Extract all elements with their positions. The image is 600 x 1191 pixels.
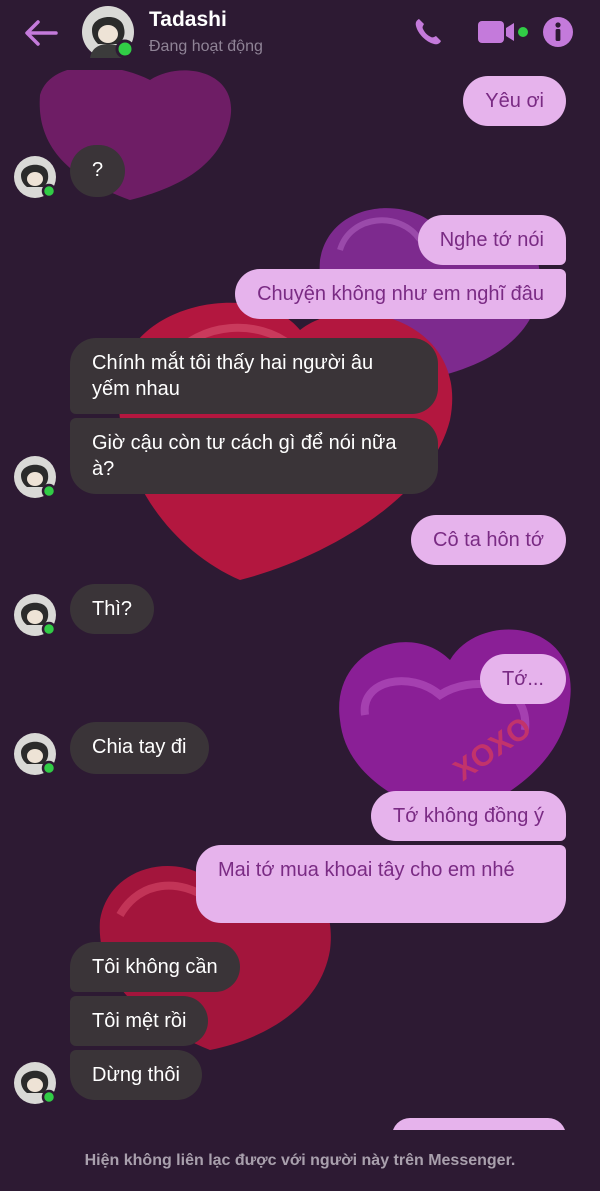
contact-name: Tadashi: [149, 8, 227, 31]
video-camera-icon[interactable]: [476, 18, 532, 46]
unavailable-notice: Hiện không liên lạc được với người này t…: [0, 1130, 600, 1191]
info-icon[interactable]: [542, 16, 574, 48]
message-bubble-incoming[interactable]: Giờ cậu còn tư cách gì để nói nữa à?: [70, 418, 438, 494]
back-arrow-icon[interactable]: [22, 18, 58, 48]
phone-icon[interactable]: [412, 16, 444, 48]
sender-avatar[interactable]: [14, 456, 56, 498]
message-bubble-outgoing[interactable]: Tớ không đồng ý: [371, 791, 566, 841]
message-bubble-outgoing[interactable]: Chuyện không như em nghĩ đâu: [235, 269, 566, 319]
message-bubble-incoming[interactable]: ?: [70, 145, 126, 197]
message-bubble-outgoing[interactable]: Cô ta hôn tớ: [411, 515, 566, 565]
sender-avatar[interactable]: [14, 594, 56, 636]
message-bubble-incoming[interactable]: Thì?: [70, 584, 155, 634]
message-bubble-outgoing[interactable]: Nghe tớ nói: [417, 215, 566, 265]
sender-avatar[interactable]: [14, 156, 56, 198]
message-bubble-outgoing[interactable]: Mai tớ mua khoai tây cho em nhé: [196, 845, 566, 923]
message-bubble-incoming[interactable]: Tôi mệt rồi: [70, 996, 209, 1046]
online-indicator: [115, 39, 134, 58]
sender-avatar[interactable]: [14, 733, 56, 775]
message-bubble-incoming[interactable]: Dừng thôi: [70, 1050, 202, 1100]
heart-top-left: [39, 66, 232, 200]
message-bubble-outgoing[interactable]: Yêu ơi: [463, 76, 566, 126]
message-bubble-incoming[interactable]: Tôi không cần: [70, 942, 240, 992]
sender-avatar[interactable]: [14, 1062, 56, 1104]
contact-avatar[interactable]: [82, 6, 134, 58]
message-bubble-incoming[interactable]: Chính mắt tôi thấy hai người âu yếm nhau: [70, 338, 438, 414]
message-bubble-incoming[interactable]: Chia tay đi: [70, 722, 209, 774]
chat-header: Tadashi Đang hoạt động: [0, 0, 600, 70]
video-active-dot: [518, 27, 528, 37]
message-bubble-outgoing[interactable]: Tớ...: [479, 654, 566, 704]
contact-status: Đang hoạt động: [149, 38, 263, 55]
